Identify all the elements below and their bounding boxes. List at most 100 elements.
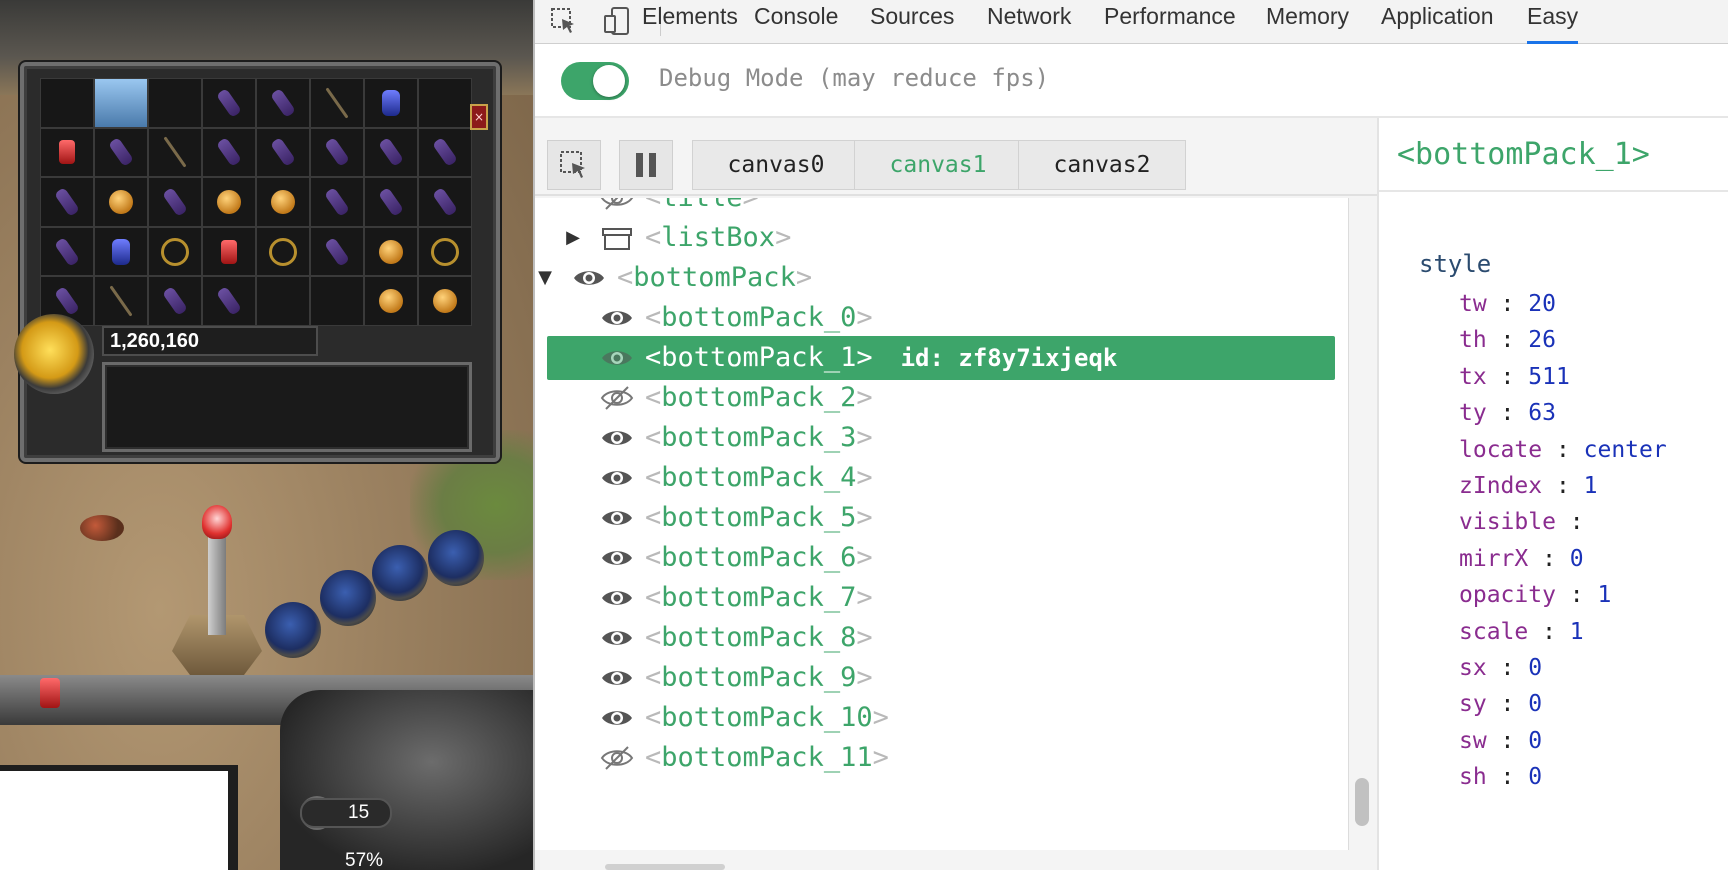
tab-application[interactable]: Application (1381, 0, 1494, 44)
eye-icon[interactable] (599, 463, 635, 493)
tree-scrollbar[interactable] (1355, 778, 1369, 826)
style-prop-tw[interactable]: tw : 20 (1459, 286, 1556, 322)
chicken-sprite[interactable] (80, 515, 124, 541)
eye-icon[interactable] (599, 583, 635, 613)
expand-right-icon[interactable]: ▶ (563, 216, 583, 260)
style-prop-zIndex[interactable]: zIndex : 1 (1459, 468, 1598, 504)
inventory-slot[interactable] (148, 276, 202, 326)
canvas-tab-canvas2[interactable]: canvas2 (1018, 140, 1186, 190)
prop-value[interactable]: 20 (1528, 291, 1556, 317)
character-button-icon[interactable] (265, 602, 321, 658)
eye-slash-icon[interactable] (599, 383, 635, 413)
inventory-slot[interactable] (94, 127, 148, 178)
inventory-slot[interactable] (256, 127, 310, 178)
eye-icon[interactable] (599, 663, 635, 693)
inventory-slot[interactable] (94, 177, 148, 227)
inventory-slot[interactable] (94, 276, 148, 326)
style-prop-locate[interactable]: locate : center (1459, 432, 1667, 468)
style-prop-sy[interactable]: sy : 0 (1459, 686, 1542, 722)
inventory-slot[interactable] (40, 226, 94, 277)
eye-icon[interactable] (599, 623, 635, 653)
tree-horizontal-scrollbar[interactable] (535, 850, 1377, 870)
inventory-slot[interactable] (310, 226, 364, 277)
inventory-slot[interactable] (94, 78, 148, 128)
expand-down-icon[interactable]: ▼ (535, 256, 555, 300)
prop-value[interactable]: 1 (1597, 582, 1611, 608)
inventory-slot[interactable] (148, 177, 202, 227)
inventory-slot[interactable] (256, 177, 310, 227)
tree-node[interactable]: <bottomPack_7> (535, 576, 1348, 620)
tab-memory[interactable]: Memory (1266, 0, 1349, 44)
tab-performance[interactable]: Performance (1104, 0, 1236, 44)
game-canvas[interactable]: × 1,260,160 Lv 15 57% (0, 0, 533, 870)
tree-node[interactable]: <bottomPack_1> id: zf8y7ixjeqk (547, 336, 1335, 380)
tree-node[interactable]: <bottomPack_5> (535, 496, 1348, 540)
inventory-slot[interactable] (364, 177, 418, 227)
skill-button-icon[interactable] (372, 545, 428, 601)
inventory-slot[interactable] (40, 78, 94, 128)
style-prop-sw[interactable]: sw : 0 (1459, 723, 1542, 759)
tree-node[interactable]: ▶ <listBox> (535, 216, 1348, 260)
style-section-label[interactable]: style (1419, 250, 1491, 278)
inventory-slot[interactable] (310, 177, 364, 227)
style-prop-opacity[interactable]: opacity : 1 (1459, 577, 1611, 613)
tree-node[interactable]: <bottomPack_0> (535, 296, 1348, 340)
inventory-slot[interactable] (364, 276, 418, 326)
inventory-slot[interactable] (418, 276, 472, 326)
eye-icon[interactable] (599, 303, 635, 333)
inventory-slot[interactable] (40, 127, 94, 178)
eye-icon[interactable] (599, 703, 635, 733)
prop-value[interactable]: 26 (1528, 327, 1556, 353)
eye-icon[interactable] (599, 423, 635, 453)
prop-value[interactable]: 0 (1528, 764, 1542, 790)
select-element-button[interactable] (547, 140, 601, 190)
pause-button[interactable] (619, 140, 673, 190)
inventory-slot[interactable] (310, 127, 364, 178)
inventory-slot[interactable] (256, 226, 310, 277)
inventory-slot[interactable] (202, 78, 256, 128)
style-prop-sx[interactable]: sx : 0 (1459, 650, 1542, 686)
style-prop-sh[interactable]: sh : 0 (1459, 759, 1542, 795)
inventory-slot[interactable] (202, 226, 256, 277)
chat-box[interactable] (0, 765, 238, 870)
eye-slash-icon[interactable] (599, 743, 635, 773)
inventory-slot[interactable] (40, 177, 94, 227)
inventory-slot[interactable] (364, 127, 418, 178)
sound-button-icon[interactable] (428, 530, 484, 586)
debug-mode-toggle[interactable] (561, 62, 629, 100)
prop-value[interactable]: 0 (1528, 728, 1542, 754)
tree-node[interactable]: <bottomPack_9> (535, 656, 1348, 700)
canvas-tab-canvas1[interactable]: canvas1 (854, 140, 1022, 190)
tree-node[interactable]: <bottomPack_4> (535, 456, 1348, 500)
prop-value[interactable]: 1 (1584, 473, 1598, 499)
inventory-slot[interactable] (418, 78, 472, 128)
tree-node[interactable]: <bottomPack_6> (535, 536, 1348, 580)
tree-node[interactable]: ▼ <bottomPack> (535, 256, 1348, 300)
tab-easy[interactable]: Easy (1527, 0, 1579, 44)
style-prop-visible[interactable]: visible : (1459, 504, 1584, 540)
box-icon[interactable] (599, 223, 635, 253)
tab-console[interactable]: Console (754, 0, 838, 44)
inventory-slot[interactable] (364, 78, 418, 128)
eye-icon[interactable] (599, 543, 635, 573)
inventory-close-button[interactable]: × (470, 104, 488, 130)
prop-value[interactable]: 0 (1528, 691, 1542, 717)
inventory-slot[interactable] (148, 226, 202, 277)
inventory-slot[interactable] (256, 276, 310, 326)
eye-icon[interactable] (599, 343, 635, 373)
prop-value[interactable]: 63 (1528, 400, 1556, 426)
inventory-slot[interactable] (202, 127, 256, 178)
tab-sources[interactable]: Sources (870, 0, 954, 44)
canvas-tab-canvas0[interactable]: canvas0 (692, 140, 860, 190)
inventory-slot[interactable] (202, 177, 256, 227)
inventory-slot[interactable] (310, 276, 364, 326)
potion-icon[interactable] (40, 678, 60, 708)
tree-node[interactable]: <bottomPack_2> (535, 376, 1348, 420)
tab-network[interactable]: Network (987, 0, 1071, 44)
inventory-slot[interactable] (94, 226, 148, 277)
style-prop-th[interactable]: th : 26 (1459, 322, 1556, 358)
eye-icon[interactable] (571, 263, 607, 293)
inventory-slot[interactable] (202, 276, 256, 326)
prop-value[interactable]: 1 (1570, 619, 1584, 645)
inventory-slot[interactable] (256, 78, 310, 128)
